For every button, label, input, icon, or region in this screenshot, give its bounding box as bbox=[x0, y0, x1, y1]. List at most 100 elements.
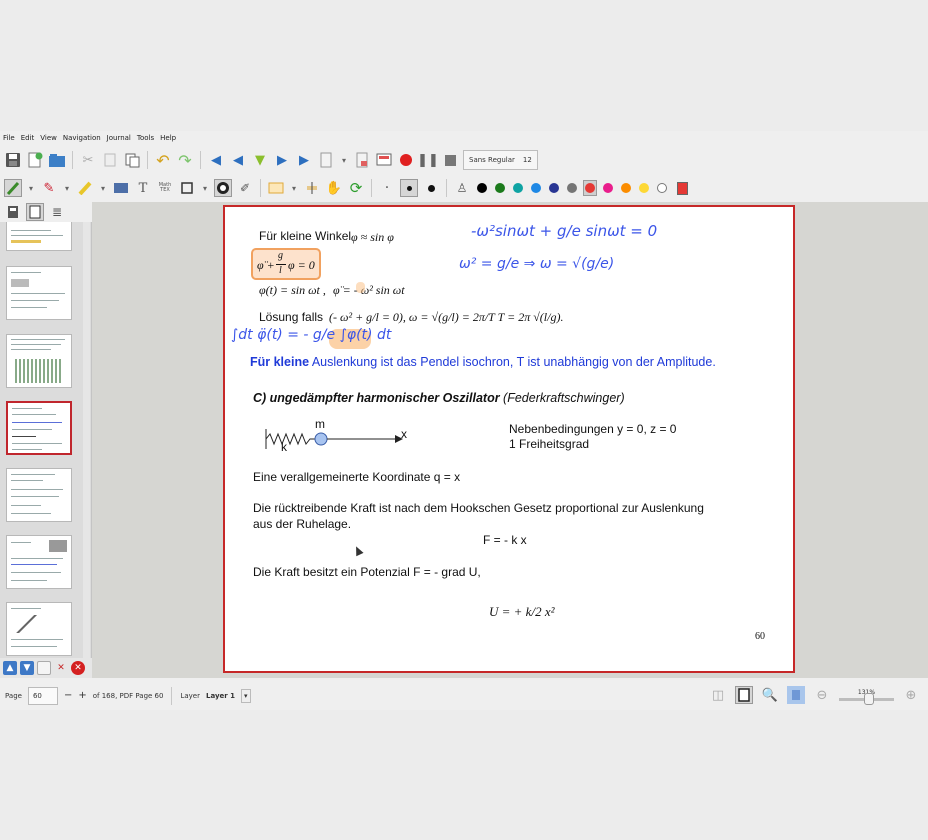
page-plus-button[interactable]: + bbox=[78, 690, 86, 701]
paste-icon[interactable] bbox=[123, 151, 141, 169]
page-layout-icon[interactable] bbox=[787, 686, 805, 704]
menu-file[interactable]: File bbox=[3, 134, 15, 142]
hand-tool-icon[interactable]: ✋ bbox=[325, 179, 343, 197]
new-document-icon[interactable] bbox=[26, 151, 44, 169]
page-thumbnail-current[interactable] bbox=[6, 401, 72, 455]
color-swatch[interactable] bbox=[637, 180, 651, 196]
math-tex-icon[interactable]: Math TEX bbox=[156, 179, 174, 197]
color-swatch[interactable] bbox=[475, 180, 489, 196]
stop-sign-icon[interactable]: ✕ bbox=[71, 661, 85, 675]
color-swatch[interactable] bbox=[547, 180, 561, 196]
vertical-space-icon[interactable] bbox=[303, 179, 321, 197]
zoom-slider[interactable] bbox=[839, 693, 894, 705]
stop-icon[interactable] bbox=[441, 151, 459, 169]
open-folder-icon[interactable] bbox=[48, 151, 66, 169]
chevron-down-icon[interactable]: ▾ bbox=[200, 179, 210, 197]
small-angle-label: Für kleine Winkel bbox=[259, 229, 352, 243]
move-page-down-icon[interactable]: ▼ bbox=[20, 661, 34, 675]
copy-icon[interactable] bbox=[101, 151, 119, 169]
line-width-thick-icon[interactable] bbox=[422, 179, 440, 197]
zoom-out-icon[interactable]: ⊖ bbox=[813, 686, 831, 704]
go-to-page-icon[interactable]: ▼ bbox=[251, 151, 269, 169]
menu-navigation[interactable]: Navigation bbox=[63, 134, 101, 142]
pen-icon[interactable] bbox=[4, 179, 22, 197]
text-tool-icon[interactable]: T bbox=[134, 179, 152, 197]
chevron-down-icon[interactable]: ▾ bbox=[62, 179, 72, 197]
empty-area-top bbox=[0, 0, 928, 131]
layer-dropdown-chevron-icon[interactable]: ▾ bbox=[241, 688, 251, 703]
pages-view-icon[interactable] bbox=[26, 203, 44, 221]
chevron-down-icon[interactable]: ▾ bbox=[289, 179, 299, 197]
chevron-down-icon[interactable]: ▾ bbox=[98, 179, 108, 197]
color-swatch[interactable] bbox=[493, 180, 507, 196]
zoom-slider-handle[interactable] bbox=[863, 693, 874, 705]
previous-page-icon[interactable]: ◀ bbox=[229, 151, 247, 169]
chevron-down-icon[interactable]: ▾ bbox=[26, 179, 36, 197]
select-rectangle-icon[interactable] bbox=[178, 179, 196, 197]
menu-journal[interactable]: Journal bbox=[107, 134, 131, 142]
section-subtitle: (Federkraftschwinger) bbox=[499, 391, 625, 405]
document-canvas[interactable]: Für kleine Winkel φ ≈ sin φ φ̈ + g l φ =… bbox=[92, 202, 928, 678]
page-thumbnail[interactable] bbox=[6, 222, 72, 251]
shape-rectangle-icon[interactable] bbox=[267, 179, 285, 197]
page-thumbnail[interactable] bbox=[6, 602, 72, 656]
zoom-in-icon[interactable]: ⊕ bbox=[902, 686, 920, 704]
color-swatch[interactable] bbox=[511, 180, 525, 196]
eraser-icon[interactable]: ✎ bbox=[40, 179, 58, 197]
presentation-icon[interactable] bbox=[375, 151, 393, 169]
page-thumbnail[interactable] bbox=[6, 334, 72, 388]
copy-page-icon[interactable] bbox=[37, 661, 51, 675]
stylus-mode-icon[interactable] bbox=[214, 179, 232, 197]
menu-tools[interactable]: Tools bbox=[137, 134, 154, 142]
layers-icon[interactable]: ≣ bbox=[48, 203, 66, 221]
page-thumbnail[interactable] bbox=[6, 266, 72, 320]
color-swatch[interactable] bbox=[565, 180, 579, 196]
redo-icon[interactable]: ↷ bbox=[176, 151, 194, 170]
two-page-view-icon[interactable]: ◫ bbox=[709, 686, 727, 704]
image-tool-icon[interactable] bbox=[112, 179, 130, 197]
color-swatch[interactable] bbox=[601, 180, 615, 196]
delete-page-icon[interactable] bbox=[353, 151, 371, 169]
page-thumbnail[interactable] bbox=[6, 535, 72, 589]
toolbar-separator bbox=[260, 179, 261, 197]
toolbar-separator bbox=[147, 151, 148, 169]
record-icon[interactable] bbox=[397, 151, 415, 169]
potential-text: Die Kraft besitzt ein Potenzial F = - gr… bbox=[253, 565, 481, 579]
cut-icon[interactable]: ✂ bbox=[79, 151, 97, 169]
delete-page-x-icon[interactable]: ✕ bbox=[54, 661, 68, 675]
line-width-thin-icon[interactable]: · bbox=[378, 179, 396, 197]
last-page-icon[interactable]: ▶ bbox=[295, 151, 313, 169]
chevron-down-icon[interactable]: ▾ bbox=[339, 151, 349, 169]
color-swatch[interactable] bbox=[529, 180, 543, 196]
equation-fraction-denominator: l bbox=[279, 265, 282, 276]
magic-pen-icon[interactable]: ✐ bbox=[236, 179, 254, 197]
page-thumbnail[interactable] bbox=[6, 468, 72, 522]
color-swatch[interactable] bbox=[655, 180, 669, 196]
page-number-input[interactable]: 60 bbox=[27, 686, 58, 705]
highlighter-icon[interactable] bbox=[76, 179, 94, 197]
line-width-medium-icon[interactable] bbox=[400, 179, 418, 197]
font-selector[interactable]: Sans Regular 12 bbox=[463, 150, 538, 170]
insert-page-icon[interactable] bbox=[317, 151, 335, 169]
undo-icon[interactable]: ↶ bbox=[154, 151, 172, 170]
menu-view[interactable]: View bbox=[40, 134, 57, 142]
zoom-fit-icon[interactable]: 🔍 bbox=[761, 686, 779, 704]
xournal-window: File Edit View Navigation Journal Tools … bbox=[0, 131, 928, 710]
menu-help[interactable]: Help bbox=[160, 134, 176, 142]
first-page-icon[interactable]: ◀ bbox=[207, 151, 225, 169]
page-minus-button[interactable]: − bbox=[64, 690, 72, 701]
fill-icon[interactable]: ♙ bbox=[453, 179, 471, 197]
color-swatch[interactable] bbox=[619, 180, 633, 196]
pdf-page[interactable]: Für kleine Winkel φ ≈ sin φ φ̈ + g l φ =… bbox=[223, 205, 795, 673]
move-page-up-icon[interactable]: ▲ bbox=[3, 661, 17, 675]
next-page-icon[interactable]: ▶ bbox=[273, 151, 291, 169]
color-swatch-selected[interactable] bbox=[583, 180, 597, 196]
sidebar-scrollbar[interactable] bbox=[83, 222, 90, 678]
refresh-icon[interactable]: ⟳ bbox=[347, 179, 365, 197]
pause-icon[interactable]: ❚❚ bbox=[417, 151, 439, 169]
save-icon[interactable] bbox=[4, 151, 22, 169]
single-page-view-icon[interactable] bbox=[735, 686, 753, 704]
page-preview-icon[interactable] bbox=[4, 203, 22, 221]
custom-color-icon[interactable] bbox=[673, 179, 691, 197]
menu-edit[interactable]: Edit bbox=[21, 134, 35, 142]
